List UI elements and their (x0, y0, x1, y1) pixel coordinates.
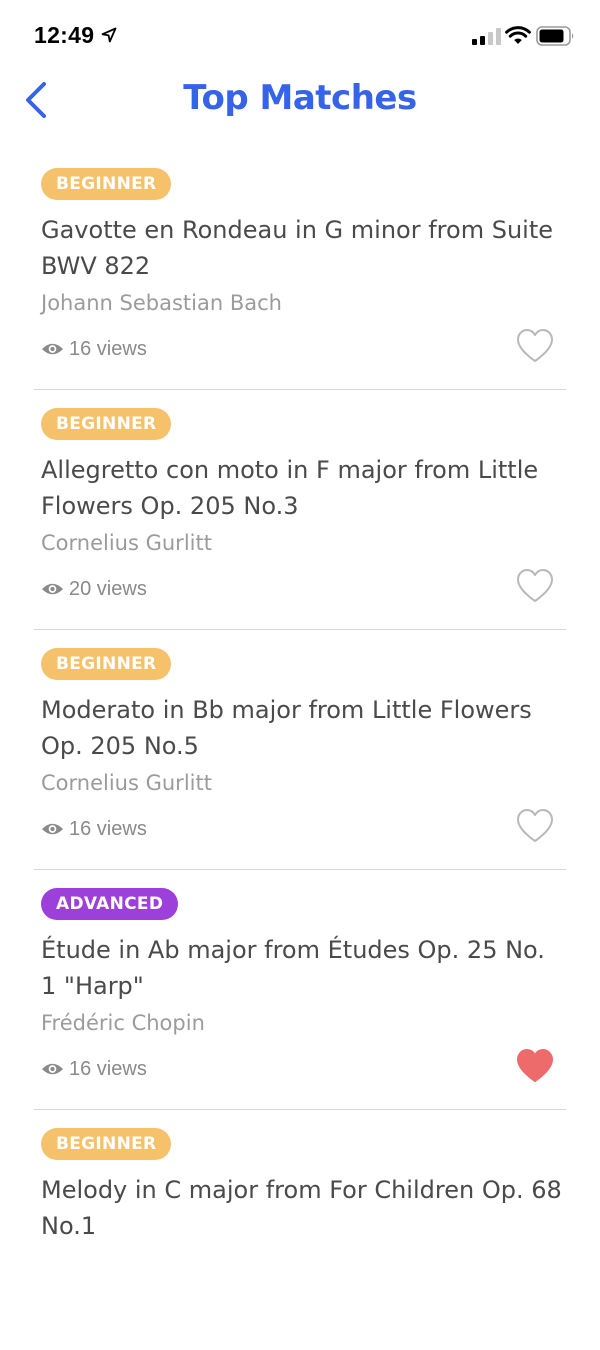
eye-icon (41, 583, 64, 595)
view-count: 16 views (41, 817, 147, 841)
favorite-button[interactable] (516, 1048, 554, 1084)
eye-icon (41, 1063, 64, 1075)
list-item[interactable]: BEGINNER Melody in C major from For Child… (34, 1110, 566, 1350)
view-count: 20 views (41, 577, 147, 601)
composer-name: Johann Sebastian Bach (41, 291, 282, 315)
view-count: 16 views (41, 1057, 147, 1081)
wifi-icon (505, 26, 531, 44)
list-item[interactable]: BEGINNER Allegretto con moto in F major f… (34, 390, 566, 630)
level-badge: BEGINNER (41, 408, 172, 440)
composer-name: Cornelius Gurlitt (41, 771, 212, 795)
piece-title[interactable]: Allegretto con moto in F major from Litt… (41, 452, 566, 524)
view-count-text: 20 views (69, 577, 147, 600)
heart-outline-icon (517, 809, 553, 842)
level-badge: BEGINNER (41, 168, 172, 200)
status-time: 12:49 (34, 22, 95, 48)
status-bar: 12:49 (0, 0, 600, 70)
list-item[interactable]: ADVANCED Étude in Ab major from Études Op… (34, 870, 566, 1110)
composer-name: Frédéric Chopin (41, 1011, 205, 1035)
heart-filled-icon (517, 1049, 553, 1082)
piece-title[interactable]: Moderato in Bb major from Little Flowers… (41, 692, 566, 764)
favorite-button[interactable] (516, 808, 554, 844)
heart-outline-icon (517, 569, 553, 602)
level-badge: BEGINNER (41, 648, 172, 680)
level-badge: BEGINNER (41, 1128, 172, 1160)
eye-icon (41, 823, 64, 835)
heart-outline-icon (517, 329, 553, 362)
view-count-text: 16 views (69, 337, 147, 360)
eye-icon (41, 343, 64, 355)
location-arrow-icon (101, 27, 117, 43)
list-item[interactable]: BEGINNER Moderato in Bb major from Little… (34, 630, 566, 870)
favorite-button[interactable] (516, 328, 554, 364)
view-count: 16 views (41, 337, 147, 361)
piece-title[interactable]: Gavotte en Rondeau in G minor from Suite… (41, 212, 566, 284)
piece-title[interactable]: Étude in Ab major from Études Op. 25 No.… (41, 932, 566, 1004)
page-title: Top Matches (183, 78, 417, 118)
list-item[interactable]: BEGINNER Gavotte en Rondeau in G minor fr… (34, 150, 566, 390)
matches-list: BEGINNER Gavotte en Rondeau in G minor fr… (0, 150, 600, 1350)
cellular-signal-icon (472, 28, 501, 45)
battery-icon (536, 26, 574, 46)
nav-header: Top Matches (0, 70, 600, 134)
composer-name: Cornelius Gurlitt (41, 531, 212, 555)
view-count-text: 16 views (69, 1057, 147, 1080)
favorite-button[interactable] (516, 568, 554, 604)
level-badge: ADVANCED (41, 888, 179, 920)
view-count-text: 16 views (69, 817, 147, 840)
piece-title[interactable]: Melody in C major from For Children Op. … (41, 1172, 566, 1244)
